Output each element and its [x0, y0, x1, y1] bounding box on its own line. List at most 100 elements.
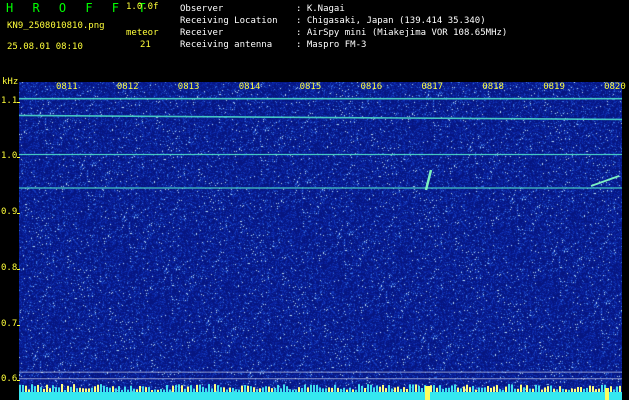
meteor-label: meteor: [126, 28, 159, 38]
baseline-spike: [28, 389, 30, 392]
baseline-spike: [460, 388, 462, 392]
baseline-spike: [454, 384, 456, 392]
baseline-spike: [337, 387, 339, 392]
baseline-spike: [166, 385, 168, 392]
baseline-spike: [226, 389, 228, 392]
location-label: Receiving Location: [180, 16, 278, 26]
baseline-spike: [562, 388, 564, 392]
baseline-spike: [232, 387, 234, 392]
baseline-spike: [217, 385, 219, 392]
baseline-spike: [181, 385, 183, 392]
baseline-spike: [151, 389, 153, 392]
baseline-spike: [115, 388, 117, 392]
baseline-spike: [148, 387, 150, 392]
baseline-spike: [397, 386, 399, 392]
baseline-spike: [61, 384, 63, 392]
baseline-spike: [136, 389, 138, 392]
baseline-spike: [430, 385, 432, 392]
baseline-spike: [619, 385, 621, 392]
baseline-spike: [292, 389, 294, 392]
baseline-spike: [433, 385, 435, 392]
baseline-spike: [376, 385, 378, 392]
baseline-spike: [307, 387, 309, 392]
baseline-spike: [361, 385, 363, 392]
baseline-spike: [22, 384, 24, 392]
baseline-spike: [163, 389, 165, 392]
x-tick-label: 0811: [56, 82, 78, 92]
baseline-band: [19, 392, 622, 400]
baseline-spike: [382, 384, 384, 392]
baseline-spike: [262, 387, 264, 392]
y-tick-label: 0.8: [1, 262, 18, 273]
baseline-spike: [103, 385, 105, 392]
y-tick-label: 0.7: [1, 318, 18, 329]
baseline-spike: [100, 384, 102, 392]
baseline-spike: [31, 384, 33, 392]
baseline-spike: [481, 387, 483, 392]
baseline-spike: [550, 385, 552, 392]
x-tick-label: 0816: [360, 82, 383, 92]
baseline-spike: [457, 387, 459, 392]
baseline-spike: [154, 389, 156, 392]
baseline-spike: [391, 388, 393, 392]
baseline-spike: [82, 388, 84, 392]
baseline-spike: [214, 384, 216, 392]
receiver-label: Receiver: [180, 28, 224, 38]
baseline-spike: [355, 389, 357, 392]
baseline-spike: [247, 385, 249, 392]
baseline-spike: [238, 389, 240, 392]
observer-value: : K.Nagai: [296, 4, 345, 14]
x-tick-label: 0817: [421, 82, 444, 92]
baseline-spike: [559, 386, 561, 392]
baseline-spike: [502, 389, 504, 392]
baseline-spike: [205, 388, 207, 392]
baseline-spike: [487, 385, 489, 392]
baseline-spike: [517, 388, 519, 392]
baseline-spike: [541, 389, 543, 392]
baseline-spike: [94, 386, 96, 392]
baseline-spike: [127, 389, 129, 392]
baseline-spike: [52, 385, 54, 392]
baseline-spike: [121, 389, 123, 392]
baseline-spike: [229, 387, 231, 392]
y-tick-mark: [17, 101, 20, 103]
baseline-spike: [529, 388, 531, 392]
baseline-spike: [463, 386, 465, 392]
baseline-spike: [601, 384, 603, 392]
baseline-spike: [409, 384, 411, 392]
meteor-echo: [424, 169, 433, 191]
baseline-spike: [325, 388, 327, 392]
meteor-count: 21: [140, 40, 151, 50]
baseline-spike: [241, 385, 243, 392]
baseline-spike: [187, 386, 189, 392]
y-tick-mark: [17, 213, 20, 215]
baseline-spike: [58, 387, 60, 392]
baseline-spike: [373, 387, 375, 392]
baseline-spike: [199, 384, 201, 392]
baseline-spike: [532, 388, 534, 392]
baseline-spike: [67, 385, 69, 392]
baseline-spike: [133, 388, 135, 392]
baseline-spike: [268, 386, 270, 392]
baseline-spike: [298, 387, 300, 392]
baseline-spike: [220, 387, 222, 392]
baseline-spike: [301, 387, 303, 392]
baseline-spike: [556, 389, 558, 392]
baseline-spike: [310, 384, 312, 392]
baseline-spike: [160, 389, 162, 392]
baseline-spike: [343, 387, 345, 392]
baseline-spike: [520, 384, 522, 392]
x-tick-label: 0813: [177, 82, 200, 92]
baseline-spike: [595, 389, 597, 392]
baseline-spike: [25, 385, 27, 392]
baseline-spike: [490, 387, 492, 392]
baseline-spike: [265, 386, 267, 392]
x-tick-label: 0818: [482, 82, 504, 92]
baseline-spike: [388, 385, 390, 392]
baseline-spike: [496, 385, 498, 392]
baseline-spike: [295, 389, 297, 392]
baseline-spike: [196, 384, 198, 392]
baseline-spike: [346, 389, 348, 392]
antenna-label: Receiving antenna: [180, 40, 273, 50]
receiver-value: : AirSpy mini (Miakejima VOR 108.65MHz): [296, 28, 508, 38]
